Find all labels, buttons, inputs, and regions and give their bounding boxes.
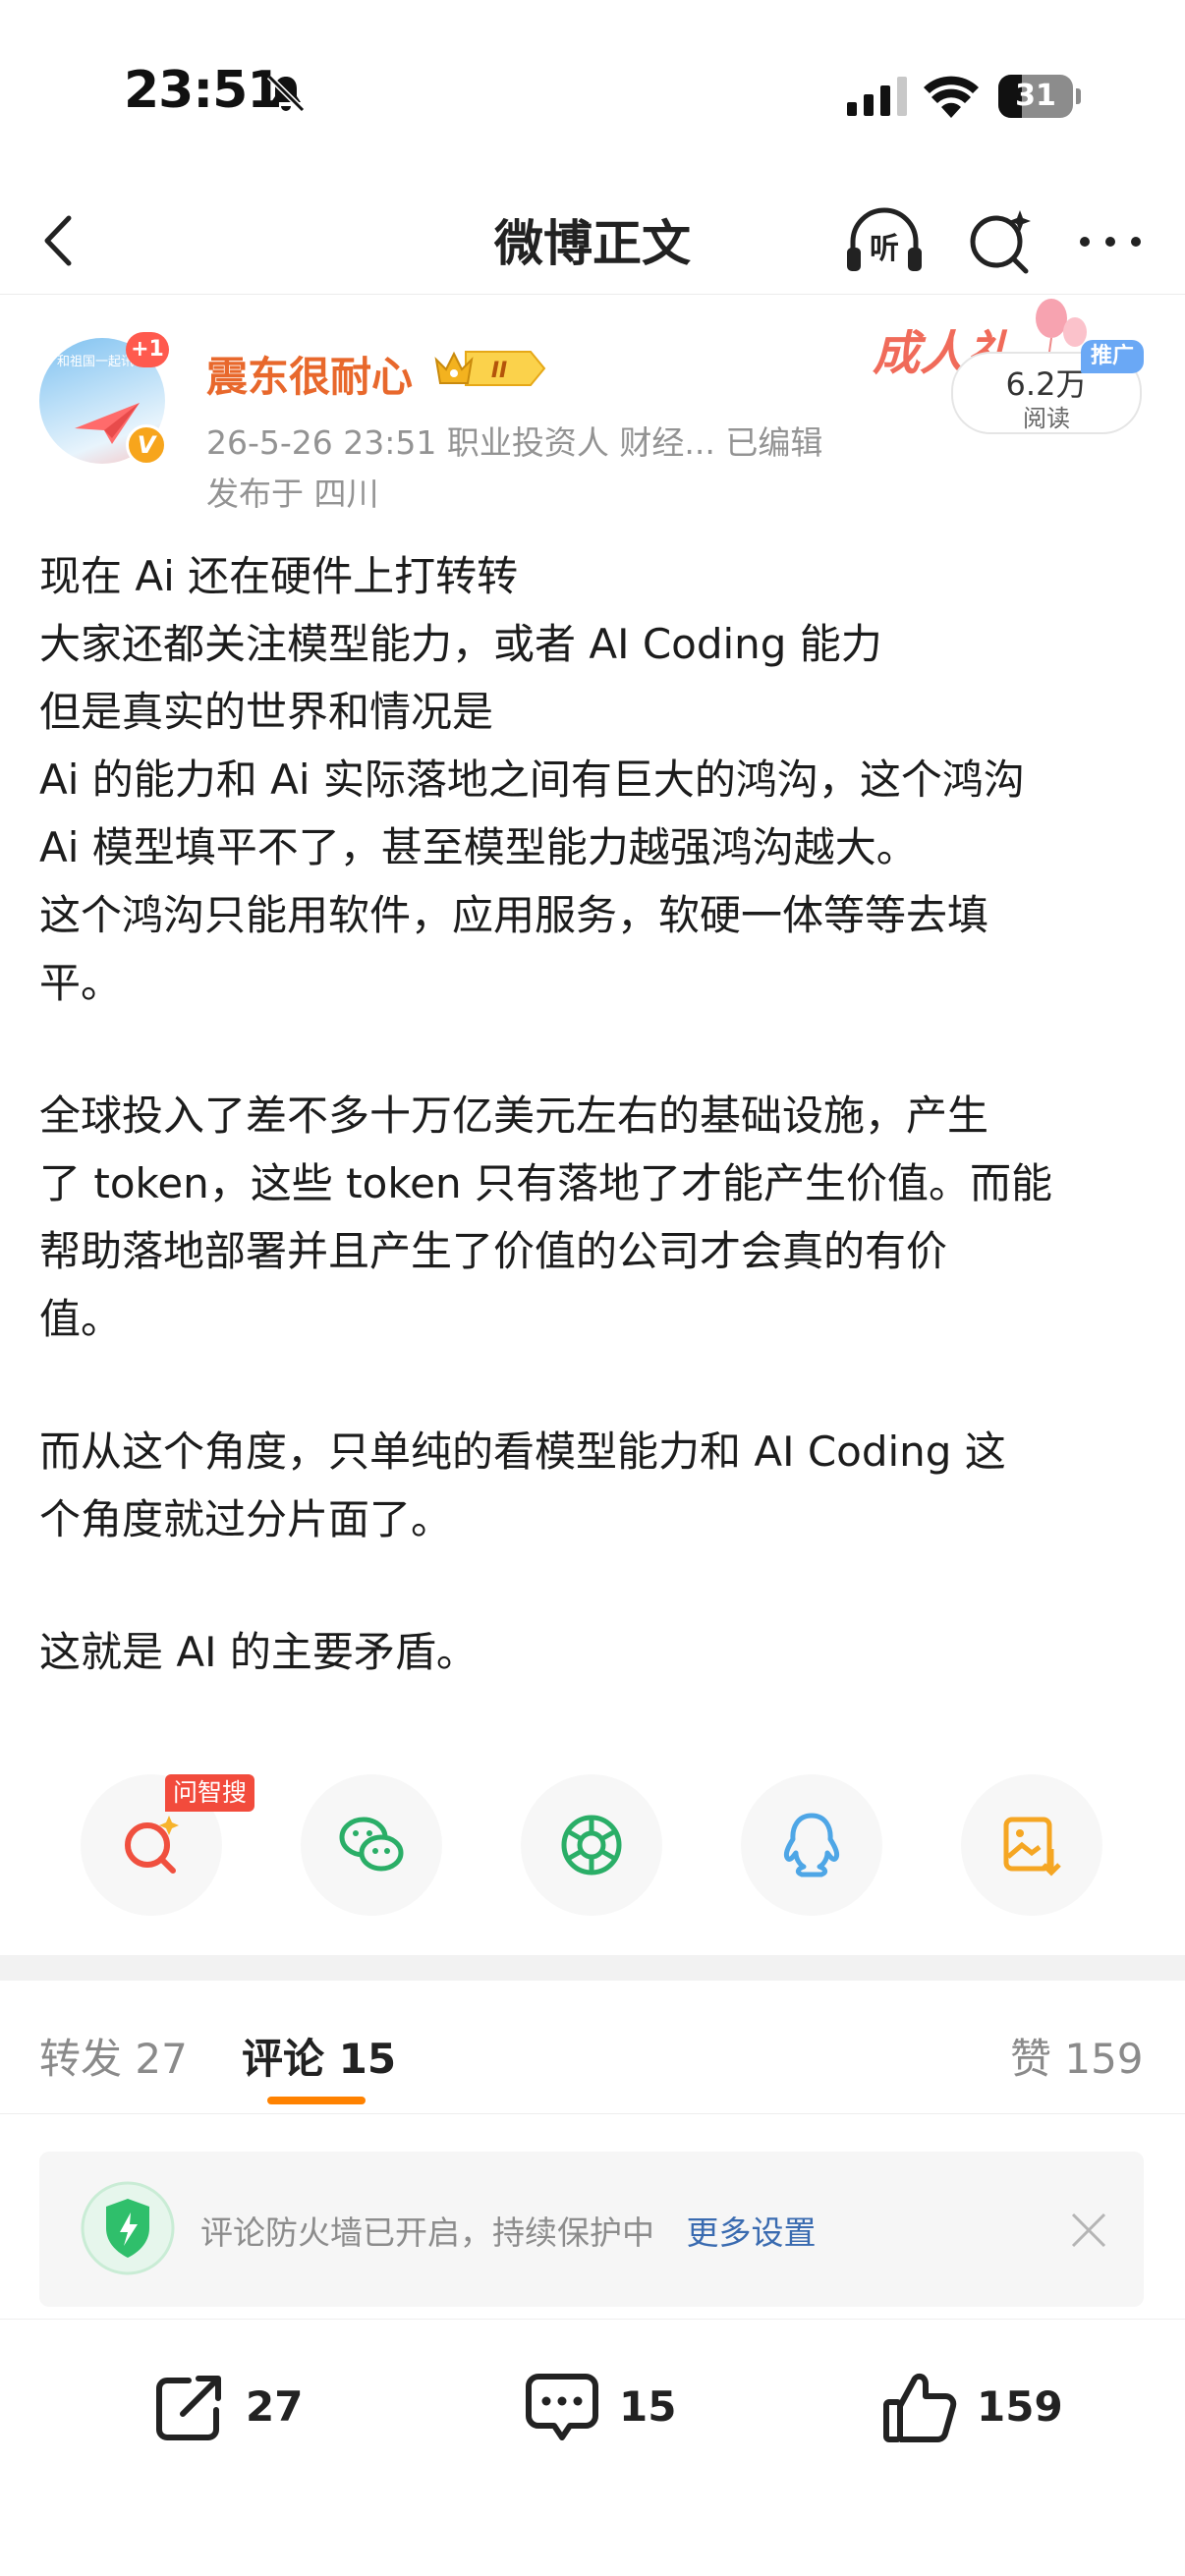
smart-search-share-icon	[125, 1816, 179, 1874]
like-button[interactable]: 159	[880, 2361, 1077, 2459]
post-line: 帮助落地部署并且产生了价值的公司才会真的有价	[39, 1227, 948, 1275]
comment-button[interactable]: 15	[523, 2361, 700, 2459]
status-time: 23:51	[124, 61, 283, 120]
post-line: 个角度就过分片面了。	[39, 1495, 453, 1543]
battery-indicator: 31	[998, 75, 1081, 118]
post-meta: 26-5-26 23:51 职业投资人 财经... 已编辑	[206, 423, 823, 462]
avatar-badge: +1	[126, 332, 169, 367]
author-name[interactable]: 震东很耐心	[206, 344, 413, 404]
active-tab-indicator	[267, 2097, 366, 2104]
post-line: 了 token，这些 token 只有落地了才能产生价值。而能	[39, 1159, 1052, 1207]
battery-level: 31	[1015, 79, 1056, 113]
repost-button[interactable]: 27	[149, 2361, 326, 2459]
listen-label: 听	[870, 232, 899, 266]
wechat-icon	[339, 1817, 404, 1872]
save-image-share-button[interactable]	[961, 1774, 1102, 1916]
interaction-tabs: 转发 27 评论 15 赞 159	[0, 1981, 1185, 2114]
comment-firewall-notice: 评论防火墙已开启，持续保护中 更多设置	[39, 2152, 1144, 2307]
thumbs-up-icon	[883, 2373, 957, 2442]
verified-badge: V	[126, 424, 167, 466]
qq-share-button[interactable]	[741, 1774, 882, 1916]
post-body: 现在 Ai 还在硬件上打转转 大家还都关注模型能力，或者 AI Coding 能…	[39, 542, 1150, 1686]
post-line: Ai 的能力和 Ai 实际落地之间有巨大的鸿沟，这个鸿沟	[39, 756, 1025, 804]
more-icon[interactable]	[1071, 202, 1150, 281]
post-location: 发布于 四川	[206, 475, 379, 513]
listen-button[interactable]: 听	[843, 202, 926, 281]
post-line: 而从这个角度，只单纯的看模型能力和 AI Coding 这	[39, 1428, 1006, 1476]
shield-lightning-icon	[81, 2181, 175, 2275]
read-label: 阅读	[1023, 405, 1070, 432]
notice-text: 评论防火墙已开启，持续保护中 更多设置	[200, 2207, 817, 2254]
tab-likes[interactable]: 赞 159	[1010, 2026, 1144, 2086]
status-bar: 23:51 31	[0, 0, 1185, 187]
bottom-action-bar: 27 15 159	[0, 2319, 1185, 2576]
moments-share-button[interactable]	[521, 1774, 662, 1916]
crown-level-icon: II	[434, 351, 546, 386]
bell-off-icon	[266, 74, 306, 113]
more-settings-link[interactable]: 更多设置	[687, 2213, 817, 2252]
level-badge-text: II	[491, 359, 507, 383]
post-line: 这就是 AI 的主要矛盾。	[39, 1628, 478, 1676]
repost-count: 27	[246, 2382, 304, 2431]
comment-icon	[526, 2374, 598, 2440]
wechat-share-button[interactable]	[301, 1774, 442, 1916]
nav-bar: 微博正文 听	[0, 187, 1185, 295]
qq-icon	[783, 1813, 840, 1877]
save-image-icon	[1003, 1817, 1061, 1876]
back-arrow-icon[interactable]	[29, 206, 88, 275]
post-line: 值。	[39, 1295, 123, 1343]
post-line: 平。	[39, 959, 123, 1007]
section-divider	[0, 1955, 1185, 1981]
close-icon[interactable]	[1067, 2209, 1110, 2252]
wifi-icon	[924, 76, 979, 118]
tab-comments[interactable]: 评论 15	[242, 2026, 396, 2086]
notice-message: 评论防火墙已开启，持续保护中	[200, 2213, 654, 2252]
post-line: 这个鸿沟只能用软件，应用服务，软硬一体等等去填	[39, 891, 989, 939]
post-line: Ai 模型填平不了，甚至模型能力越强鸿沟越大。	[39, 823, 918, 871]
moments-icon	[561, 1815, 622, 1876]
promo-tag: 推广	[1081, 340, 1144, 373]
post-line: 现在 Ai 还在硬件上打转转	[39, 552, 519, 600]
repost-icon	[156, 2376, 221, 2440]
smart-search-icon[interactable]	[961, 202, 1040, 281]
post-line: 大家还都关注模型能力，或者 AI Coding 能力	[39, 620, 882, 668]
comment-count: 15	[619, 2382, 677, 2431]
signal-icon	[847, 77, 907, 116]
tab-repost[interactable]: 转发 27	[39, 2026, 188, 2086]
post-line: 但是真实的世界和情况是	[39, 688, 494, 736]
like-count: 159	[977, 2382, 1063, 2431]
smart-search-tag: 问智搜	[165, 1774, 255, 1812]
post-line: 全球投入了差不多十万亿美元左右的基础设施，产生	[39, 1092, 989, 1140]
